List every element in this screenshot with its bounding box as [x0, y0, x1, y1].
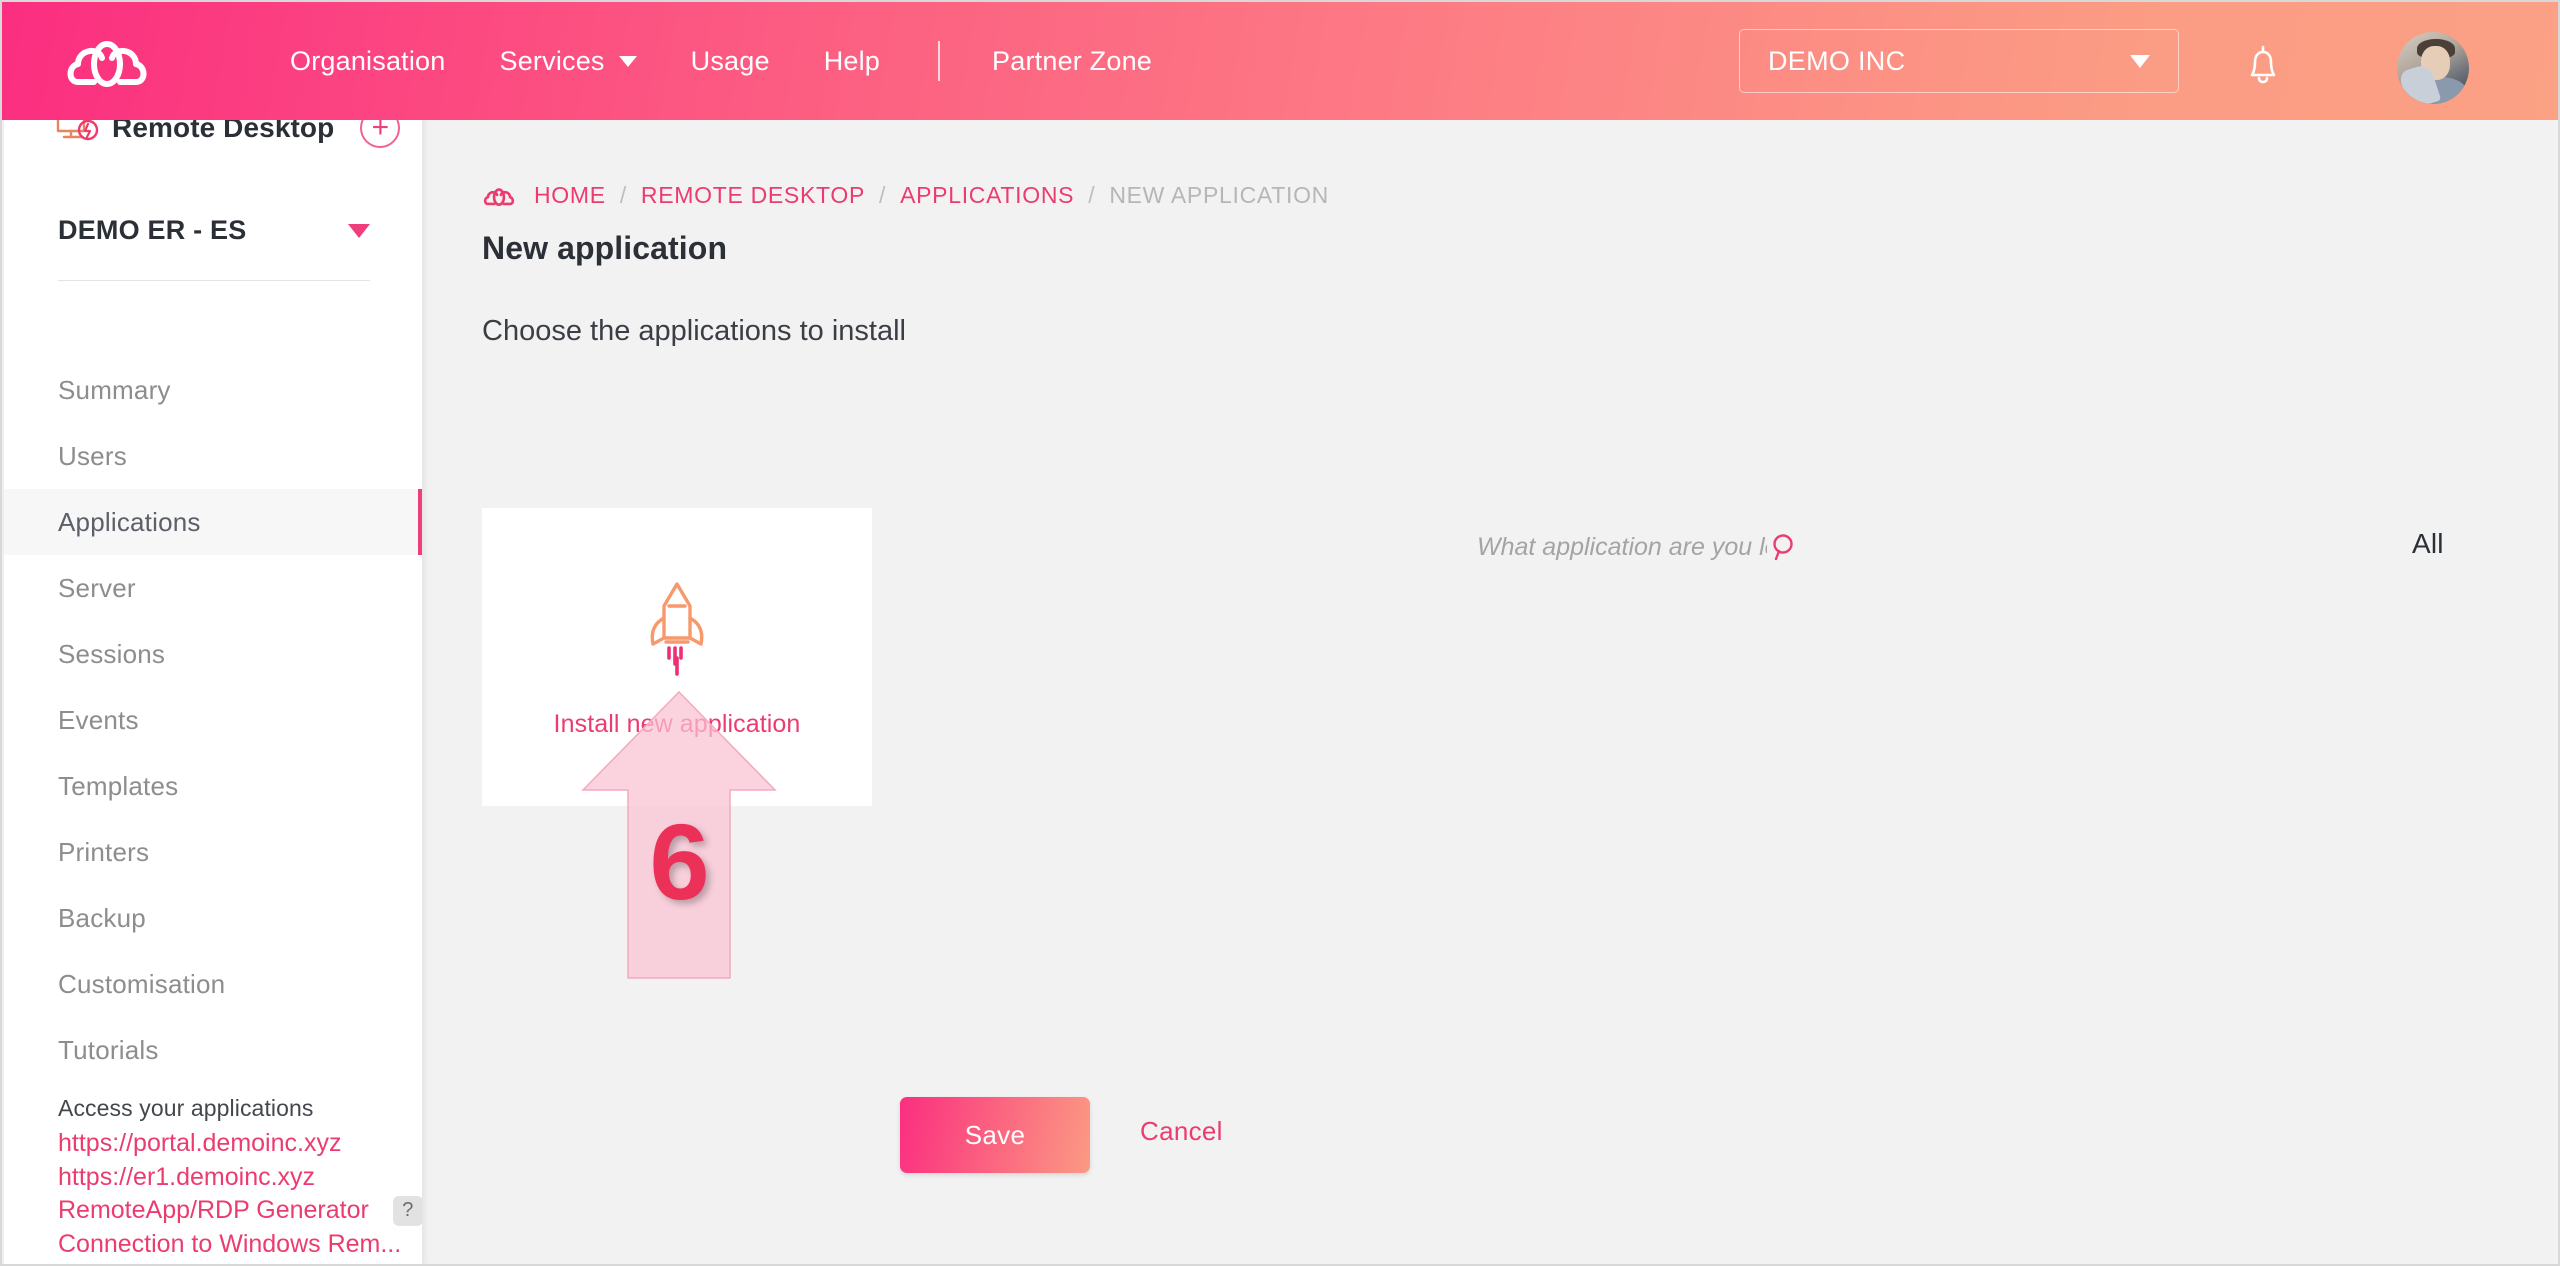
- save-button[interactable]: Save: [900, 1097, 1090, 1173]
- sidebar-item-tutorials[interactable]: Tutorials: [4, 1017, 422, 1083]
- main-navigation: Organisation Services Usage Help Partner…: [290, 2, 1206, 120]
- sidebar-item-applications[interactable]: Applications: [4, 489, 422, 555]
- application-search: [1477, 530, 1817, 564]
- help-badge-icon[interactable]: ?: [392, 1195, 422, 1226]
- sidebar-item-label: Tutorials: [58, 1034, 159, 1065]
- access-link-er1[interactable]: https://er1.demoinc.xyz: [58, 1161, 404, 1195]
- nav-item-help[interactable]: Help: [824, 46, 880, 77]
- filter-selected-value: All: [2412, 528, 2444, 559]
- cloud-logo-icon[interactable]: [482, 185, 516, 207]
- sidebar-item-printers[interactable]: Printers: [4, 819, 422, 885]
- sidebar-item-label: Server: [58, 572, 136, 603]
- nav-item-usage[interactable]: Usage: [691, 46, 770, 77]
- access-link-generator-row: RemoteApp/RDP Generator ?: [58, 1194, 422, 1228]
- nav-label: Usage: [690, 45, 770, 76]
- sidebar-item-label: Customisation: [58, 968, 226, 999]
- cancel-button[interactable]: Cancel: [1140, 1116, 1223, 1147]
- sidebar-item-sessions[interactable]: Sessions: [4, 621, 422, 687]
- access-link-portal[interactable]: https://portal.demoinc.xyz: [58, 1127, 404, 1161]
- search-icon[interactable]: [1767, 530, 1801, 564]
- rocket-icon: [629, 576, 725, 688]
- breadcrumb-item-new-application: NEW APPLICATION: [1109, 182, 1329, 208]
- chevron-down-icon: [618, 55, 637, 67]
- sidebar-item-label: Applications: [58, 506, 201, 537]
- search-input[interactable]: [1477, 532, 1767, 562]
- breadcrumb-item-applications[interactable]: APPLICATIONS: [900, 182, 1074, 209]
- sidebar-item-label: Printers: [58, 836, 150, 867]
- breadcrumb-separator: /: [619, 182, 627, 208]
- app-root: Organisation Services Usage Help Partner…: [0, 0, 2560, 1266]
- sidebar-access-section: Access your applications https://portal.…: [4, 1095, 422, 1261]
- nav-label: Help: [823, 45, 881, 76]
- breadcrumb-item-remote-desktop[interactable]: REMOTE DESKTOP: [641, 182, 865, 209]
- sidebar-menu: Summary Users Applications Server Sessio…: [4, 357, 422, 1083]
- user-avatar[interactable]: [2397, 32, 2469, 104]
- sidebar-item-label: Backup: [58, 902, 146, 933]
- access-section-title: Access your applications: [58, 1095, 314, 1121]
- nav-divider: [938, 41, 941, 81]
- page-subtitle: Choose the applications to install: [482, 315, 906, 347]
- application-filter-select[interactable]: All: [2412, 528, 2558, 560]
- sidebar-item-customisation[interactable]: Customisation: [4, 951, 422, 1017]
- sidebar-item-server[interactable]: Server: [4, 555, 422, 621]
- access-link-remoteapp-generator[interactable]: RemoteApp/RDP Generator: [58, 1194, 369, 1228]
- sidebar-item-label: Templates: [58, 770, 179, 801]
- sidebar-item-label: Summary: [58, 374, 171, 405]
- nav-label: Services: [499, 45, 605, 76]
- install-card-label: Install new application: [553, 709, 801, 738]
- install-new-application-card[interactable]: Install new application: [482, 508, 872, 806]
- sidebar-item-label: Events: [58, 704, 139, 735]
- nav-item-partner-zone[interactable]: Partner Zone: [992, 46, 1152, 77]
- main-content: HOME / REMOTE DESKTOP / APPLICATIONS / N…: [422, 120, 2558, 1264]
- nav-item-services[interactable]: Services: [500, 46, 637, 77]
- nav-label: Partner Zone: [992, 45, 1153, 76]
- sidebar-org-name: DEMO ER - ES: [58, 215, 247, 245]
- organisation-selector[interactable]: DEMO INC: [1739, 29, 2179, 93]
- breadcrumb-item-home[interactable]: HOME: [534, 182, 606, 209]
- breadcrumb-separator: /: [1088, 182, 1096, 208]
- sidebar-item-summary[interactable]: Summary: [4, 357, 422, 423]
- nav-label: Organisation: [290, 45, 446, 76]
- access-link-windows-connection[interactable]: Connection to Windows Rem...: [58, 1228, 404, 1262]
- breadcrumb-separator: /: [878, 182, 887, 208]
- notification-bell-icon[interactable]: [2239, 40, 2287, 88]
- sidebar-org-selector[interactable]: DEMO ER - ES: [58, 215, 370, 281]
- sidebar-item-templates[interactable]: Templates: [4, 753, 422, 819]
- nav-item-organisation[interactable]: Organisation: [290, 46, 446, 77]
- cloud-logo-icon[interactable]: [64, 31, 150, 91]
- sidebar-item-backup[interactable]: Backup: [4, 885, 422, 951]
- page-title: New application: [482, 230, 728, 266]
- sidebar-item-label: Users: [58, 440, 127, 471]
- sidebar-item-label: Sessions: [58, 638, 166, 669]
- top-header-bar: Organisation Services Usage Help Partner…: [2, 2, 2558, 120]
- breadcrumb: HOME / REMOTE DESKTOP / APPLICATIONS / N…: [482, 182, 1329, 209]
- chevron-down-icon: [348, 223, 370, 238]
- chevron-down-icon: [2130, 54, 2150, 68]
- sidebar-item-events[interactable]: Events: [4, 687, 422, 753]
- organisation-selector-value: DEMO INC: [1768, 45, 1906, 76]
- sidebar: Remote Desktop + DEMO ER - ES Summary Us…: [4, 97, 422, 1264]
- sidebar-item-users[interactable]: Users: [4, 423, 422, 489]
